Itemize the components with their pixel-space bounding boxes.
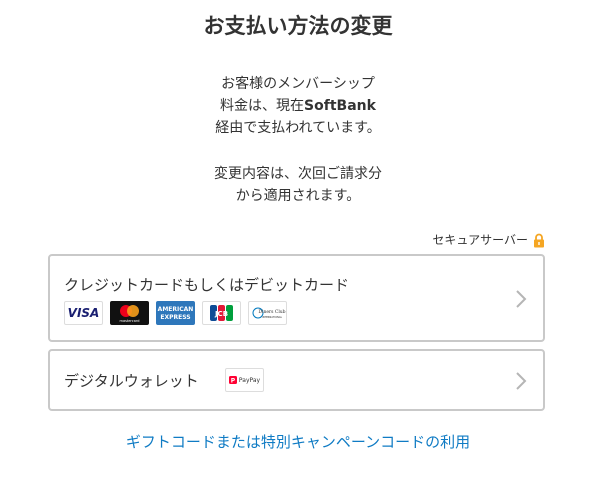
card-option-label: クレジットカードもしくはデビットカード xyxy=(64,276,350,294)
visa-text: VISA xyxy=(67,306,100,320)
amex-text-top: AMERICAN xyxy=(158,306,194,313)
lock-icon xyxy=(533,233,545,248)
secure-server-label: セキュアサーバー xyxy=(432,233,528,247)
svg-text:P: P xyxy=(231,377,236,384)
jcb-graphic-icon: JCB xyxy=(210,305,233,321)
info-line-4: 変更内容は、次回ご請求分 xyxy=(214,166,382,182)
diners-club-logo: Diners Club INTERNATIONAL xyxy=(248,301,287,325)
jcb-logo: JCB xyxy=(202,301,241,325)
amex-logo: AMERICAN EXPRESS xyxy=(156,301,195,325)
credit-debit-card-option[interactable]: クレジットカードもしくはデビットカード VISA mastercard AMER… xyxy=(48,254,545,342)
info-line-5: から適用されます。 xyxy=(235,188,361,204)
info-line-1: お客様のメンバーシップ xyxy=(221,76,375,92)
visa-logo: VISA xyxy=(64,301,103,325)
paypay-logo: P PayPay xyxy=(225,368,264,392)
paypay-text: PayPay xyxy=(238,376,261,384)
gift-code-link[interactable]: ギフトコードまたは特別キャンペーンコードの利用 xyxy=(0,431,596,453)
mastercard-logo: mastercard xyxy=(110,301,149,325)
diners-club-graphic-icon: Diners Club INTERNATIONAL xyxy=(252,307,286,319)
mastercard-circles-icon: mastercard xyxy=(120,305,140,323)
amex-text-bottom: EXPRESS xyxy=(160,314,190,321)
secure-server-indicator: セキュアサーバー xyxy=(432,232,545,248)
info-line-2-prefix: 料金は、現在 xyxy=(220,98,305,114)
wallet-option-label: デジタルウォレット xyxy=(64,372,199,390)
digital-wallet-option[interactable]: デジタルウォレット P PayPay xyxy=(48,349,545,411)
diners-text-bottom: INTERNATIONAL xyxy=(262,315,283,319)
provider-name: SoftBank xyxy=(304,98,376,114)
jcb-text: JCB xyxy=(214,310,228,318)
amex-graphic-icon: AMERICAN EXPRESS xyxy=(158,306,194,321)
info-line-2: 料金は、現在SoftBank xyxy=(0,95,596,117)
page-title: お支払い方法の変更 xyxy=(203,14,393,38)
membership-info: お客様のメンバーシップ 料金は、現在SoftBank 経由で支払われています。 xyxy=(0,73,596,139)
card-logos: VISA mastercard AMERICAN EXPRESS JCB Din… xyxy=(64,301,287,325)
diners-text-top: Diners Club xyxy=(258,309,285,315)
chevron-right-icon xyxy=(515,289,527,309)
info-line-3: 経由で支払われています。 xyxy=(215,120,381,136)
change-info: 変更内容は、次回ご請求分 から適用されます。 xyxy=(0,163,596,207)
chevron-right-icon xyxy=(515,371,527,391)
paypay-icon: P xyxy=(228,376,237,384)
mastercard-text: mastercard xyxy=(120,319,140,323)
